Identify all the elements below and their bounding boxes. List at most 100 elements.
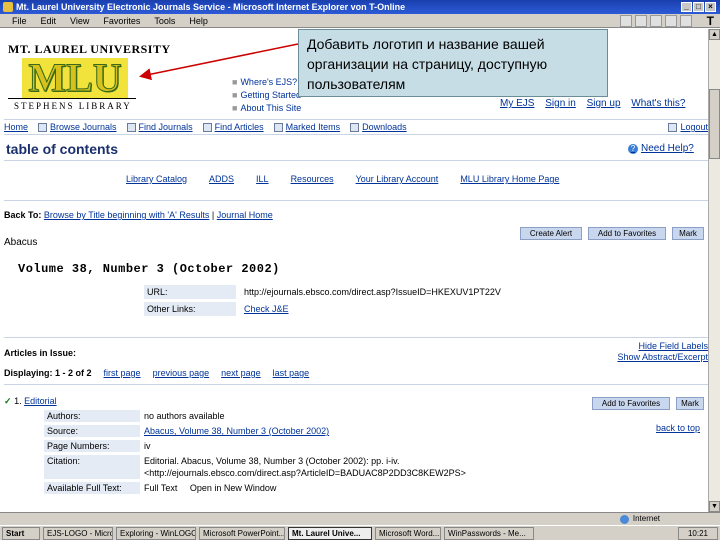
- lib-link-resources[interactable]: Resources: [291, 174, 334, 184]
- divider: [4, 160, 708, 161]
- scroll-up-button[interactable]: ▲: [709, 29, 720, 40]
- user-link-whats-this[interactable]: What's this?: [631, 98, 685, 109]
- item-number: 1.: [14, 396, 22, 406]
- nav-find-journals[interactable]: Find Journals: [126, 120, 193, 134]
- nav-home[interactable]: Home: [4, 120, 28, 134]
- check-je-link[interactable]: Check J&E: [236, 304, 289, 314]
- nav-downloads[interactable]: Downloads: [350, 120, 407, 134]
- detail-row: Source: Abacus, Volume 38, Number 3 (Oct…: [44, 425, 664, 437]
- detail-row: Authors: no authors available: [44, 410, 664, 422]
- library-name: STEPHENS LIBRARY: [14, 101, 132, 111]
- toolbar-icons: [620, 15, 692, 27]
- paging-bar: Displaying: 1 - 2 of 2 first page previo…: [4, 368, 309, 378]
- top-links: ■ Where's EJS? ■ Getting Started ■ About Th…: [232, 77, 302, 113]
- hide-field-labels-link[interactable]: Hide Field Labels: [600, 341, 708, 352]
- issue-volume: Volume 38, Number 3 (October 2002): [18, 262, 280, 276]
- taskbar: Start EJS-LOGO - Microsoft O... Explorin…: [0, 525, 720, 540]
- url-label: URL:: [144, 285, 236, 299]
- item-mark-button[interactable]: Mark: [676, 397, 704, 410]
- show-abstract-link[interactable]: Show Abstract/Excerpt: [600, 352, 708, 363]
- menu-edit[interactable]: Edit: [41, 14, 57, 27]
- user-link-my-ejs[interactable]: My EJS: [500, 98, 534, 109]
- need-help-link[interactable]: ? Need Help?: [628, 143, 694, 154]
- annotation-callout: Добавить логотип и название вашей органи…: [298, 29, 608, 97]
- window-title-bar: Mt. Laurel University Electronic Journal…: [0, 0, 720, 14]
- detail-row: Citation: Editorial. Abacus, Volume 38, …: [44, 455, 664, 479]
- source-link[interactable]: Abacus, Volume 38, Number 3 (October 200…: [144, 426, 329, 436]
- user-link-sign-in[interactable]: Sign in: [545, 98, 576, 109]
- taskbar-item-active[interactable]: Mt. Laurel Unive...: [288, 527, 372, 540]
- nav-find-articles[interactable]: Find Articles: [202, 120, 264, 134]
- nav-find-journals-label: Find Journals: [138, 122, 193, 132]
- meta-row-url: URL: http://ejournals.ebsco.com/direct.a…: [144, 285, 696, 299]
- globe-icon: [619, 514, 629, 524]
- next-page-link[interactable]: next page: [221, 368, 261, 378]
- minimize-button[interactable]: _: [681, 2, 692, 12]
- vertical-scrollbar[interactable]: ▲ ▼: [708, 29, 720, 512]
- taskbar-item[interactable]: WinPasswords - Me...: [444, 527, 534, 540]
- back-to-label: Back To:: [4, 210, 42, 220]
- toolbar-icon[interactable]: [650, 15, 662, 27]
- menu-view[interactable]: View: [70, 14, 89, 27]
- zone-label: Internet: [632, 514, 660, 523]
- top-link-getting-started[interactable]: Getting Started: [240, 90, 301, 100]
- create-alert-button[interactable]: Create Alert: [520, 227, 582, 240]
- back-journal-home-link[interactable]: Journal Home: [217, 210, 273, 220]
- item-add-to-favorites-button[interactable]: Add to Favorites: [592, 397, 670, 410]
- toolbar-icon[interactable]: [620, 15, 632, 27]
- mlu-logo: MLU: [22, 58, 128, 98]
- toolbar-icon[interactable]: [665, 15, 677, 27]
- top-link-where[interactable]: Where's EJS?: [240, 77, 297, 87]
- menu-favorites[interactable]: Favorites: [103, 14, 140, 27]
- previous-page-link[interactable]: previous page: [153, 368, 210, 378]
- divider: [4, 384, 708, 385]
- scroll-thumb[interactable]: [709, 89, 720, 159]
- window-title: Mt. Laurel University Electronic Journal…: [16, 2, 406, 12]
- checkmark-icon: ✓: [4, 396, 12, 406]
- back-browse-link[interactable]: Browse by Title beginning with 'A' Resul…: [44, 210, 210, 220]
- add-to-favorites-button[interactable]: Add to Favorites: [588, 227, 666, 240]
- mark-button[interactable]: Mark: [672, 227, 704, 240]
- taskbar-item[interactable]: EJS-LOGO - Microsoft O...: [43, 527, 113, 540]
- lib-link-home[interactable]: MLU Library Home Page: [460, 174, 559, 184]
- detail-row: Available Full Text: Full Text Open in N…: [44, 482, 664, 494]
- browse-icon: [38, 122, 48, 132]
- taskbar-item[interactable]: Exploring - WinLOGO...: [116, 527, 196, 540]
- nav-browse-journals[interactable]: Browse Journals: [38, 120, 117, 134]
- t-online-logo: T: [706, 14, 714, 28]
- user-link-sign-up[interactable]: Sign up: [587, 98, 621, 109]
- lib-link-ill[interactable]: ILL: [256, 174, 269, 184]
- last-page-link[interactable]: last page: [273, 368, 310, 378]
- window-controls: _ □ ×: [681, 2, 716, 12]
- toolbar-icon[interactable]: [680, 15, 692, 27]
- full-text-label: Available Full Text:: [44, 482, 140, 494]
- close-button[interactable]: ×: [705, 2, 716, 12]
- full-text-link[interactable]: Full Text: [144, 483, 177, 493]
- article-title-link[interactable]: Editorial: [24, 396, 57, 406]
- article-details: Authors: no authors available Source: Ab…: [44, 410, 664, 497]
- find-journals-icon: [126, 122, 136, 132]
- articles-heading: Articles in Issue:: [4, 348, 77, 358]
- nav-marked-items[interactable]: Marked Items: [273, 120, 340, 134]
- scroll-down-button[interactable]: ▼: [709, 501, 720, 512]
- nav-home-label: Home: [4, 122, 29, 132]
- menu-file[interactable]: File: [12, 14, 27, 27]
- taskbar-item[interactable]: Microsoft PowerPoint...: [199, 527, 285, 540]
- start-button[interactable]: Start: [2, 527, 40, 540]
- taskbar-item[interactable]: Microsoft Word...: [375, 527, 441, 540]
- authors-value: no authors available: [144, 411, 225, 421]
- divider: [4, 200, 708, 201]
- maximize-button[interactable]: □: [693, 2, 704, 12]
- page-numbers-value: iv: [144, 441, 151, 451]
- lib-link-account[interactable]: Your Library Account: [356, 174, 439, 184]
- menu-help[interactable]: Help: [189, 14, 208, 27]
- toolbar-icon[interactable]: [635, 15, 647, 27]
- article-item-header: ✓ 1. Editorial: [4, 396, 57, 407]
- menu-tools[interactable]: Tools: [154, 14, 175, 27]
- nav-logout[interactable]: Logout: [668, 120, 708, 134]
- open-new-window-link[interactable]: Open in New Window: [190, 483, 277, 493]
- lib-link-catalog[interactable]: Library Catalog: [126, 174, 187, 184]
- first-page-link[interactable]: first page: [104, 368, 141, 378]
- lib-link-adds[interactable]: ADDS: [209, 174, 234, 184]
- top-link-about[interactable]: About This Site: [240, 103, 301, 113]
